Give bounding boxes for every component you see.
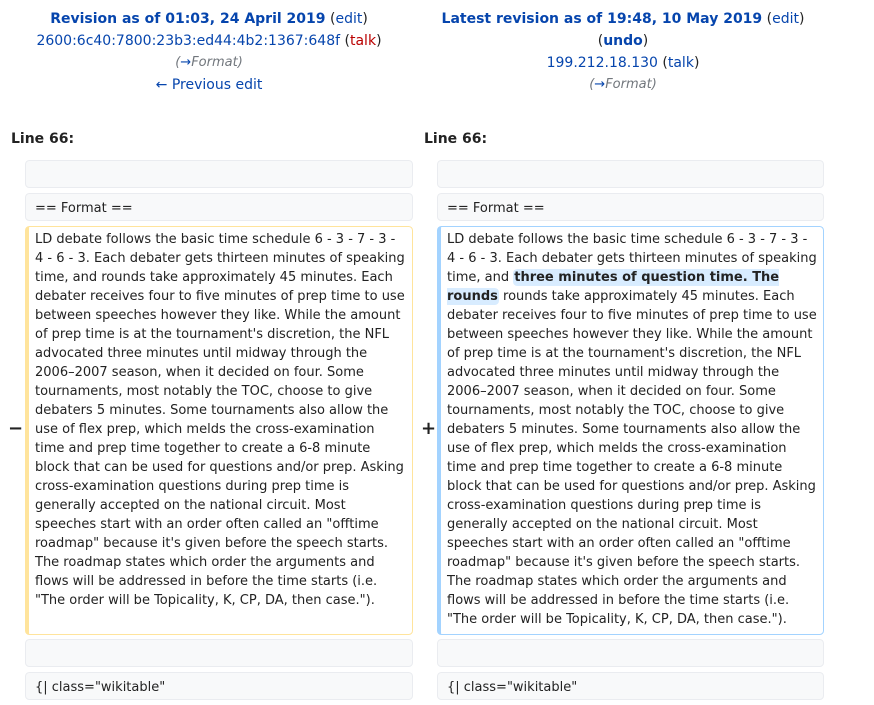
old-edit-link[interactable]: edit (335, 11, 362, 27)
new-user-link[interactable]: 199.212.18.130 (547, 55, 658, 71)
old-context-empty-line (25, 160, 413, 188)
new-context-heading-line: == Format == (437, 193, 824, 221)
old-context-table-line: {| class="wikitable" (25, 672, 413, 700)
old-line-number: Line 66: (11, 131, 75, 147)
old-user-talk-link[interactable]: talk (350, 33, 376, 49)
new-context-empty-line-2 (437, 639, 824, 667)
added-line-marker: + (421, 418, 437, 439)
new-user-talk-link[interactable]: talk (668, 55, 694, 71)
deleted-line-marker: − (8, 418, 24, 439)
old-revision-header: Revision as of 01:03, 24 April 2019 (edi… (0, 8, 418, 96)
new-line-number: Line 66: (424, 131, 488, 147)
old-edit-summary: (→Format) (175, 55, 243, 70)
old-section-arrow-link[interactable]: → (180, 55, 191, 70)
added-paragraph: LD debate follows the basic time schedul… (437, 226, 824, 635)
added-paragraph-rest: rounds take approximately 45 minutes. Ea… (447, 289, 817, 627)
new-edit-summary: (→Format) (589, 77, 657, 92)
new-revision-link[interactable]: Latest revision as of 19:48, 10 May 2019 (442, 11, 763, 27)
undo-link[interactable]: undo (603, 33, 643, 49)
new-section-arrow-link[interactable]: → (594, 77, 605, 92)
old-user-link[interactable]: 2600:6c40:7800:23b3:ed44:4b2:1367:648f (36, 33, 340, 49)
previous-edit-link[interactable]: ← Previous edit (156, 77, 263, 93)
new-context-empty-line (437, 160, 824, 188)
new-revision-header: Latest revision as of 19:48, 10 May 2019… (414, 8, 832, 96)
new-context-table-line: {| class="wikitable" (437, 672, 824, 700)
deleted-paragraph: LD debate follows the basic time schedul… (25, 226, 413, 635)
old-context-empty-line-2 (25, 639, 413, 667)
new-edit-link[interactable]: edit (772, 11, 799, 27)
old-context-heading-line: == Format == (25, 193, 413, 221)
old-revision-link[interactable]: Revision as of 01:03, 24 April 2019 (50, 11, 325, 27)
